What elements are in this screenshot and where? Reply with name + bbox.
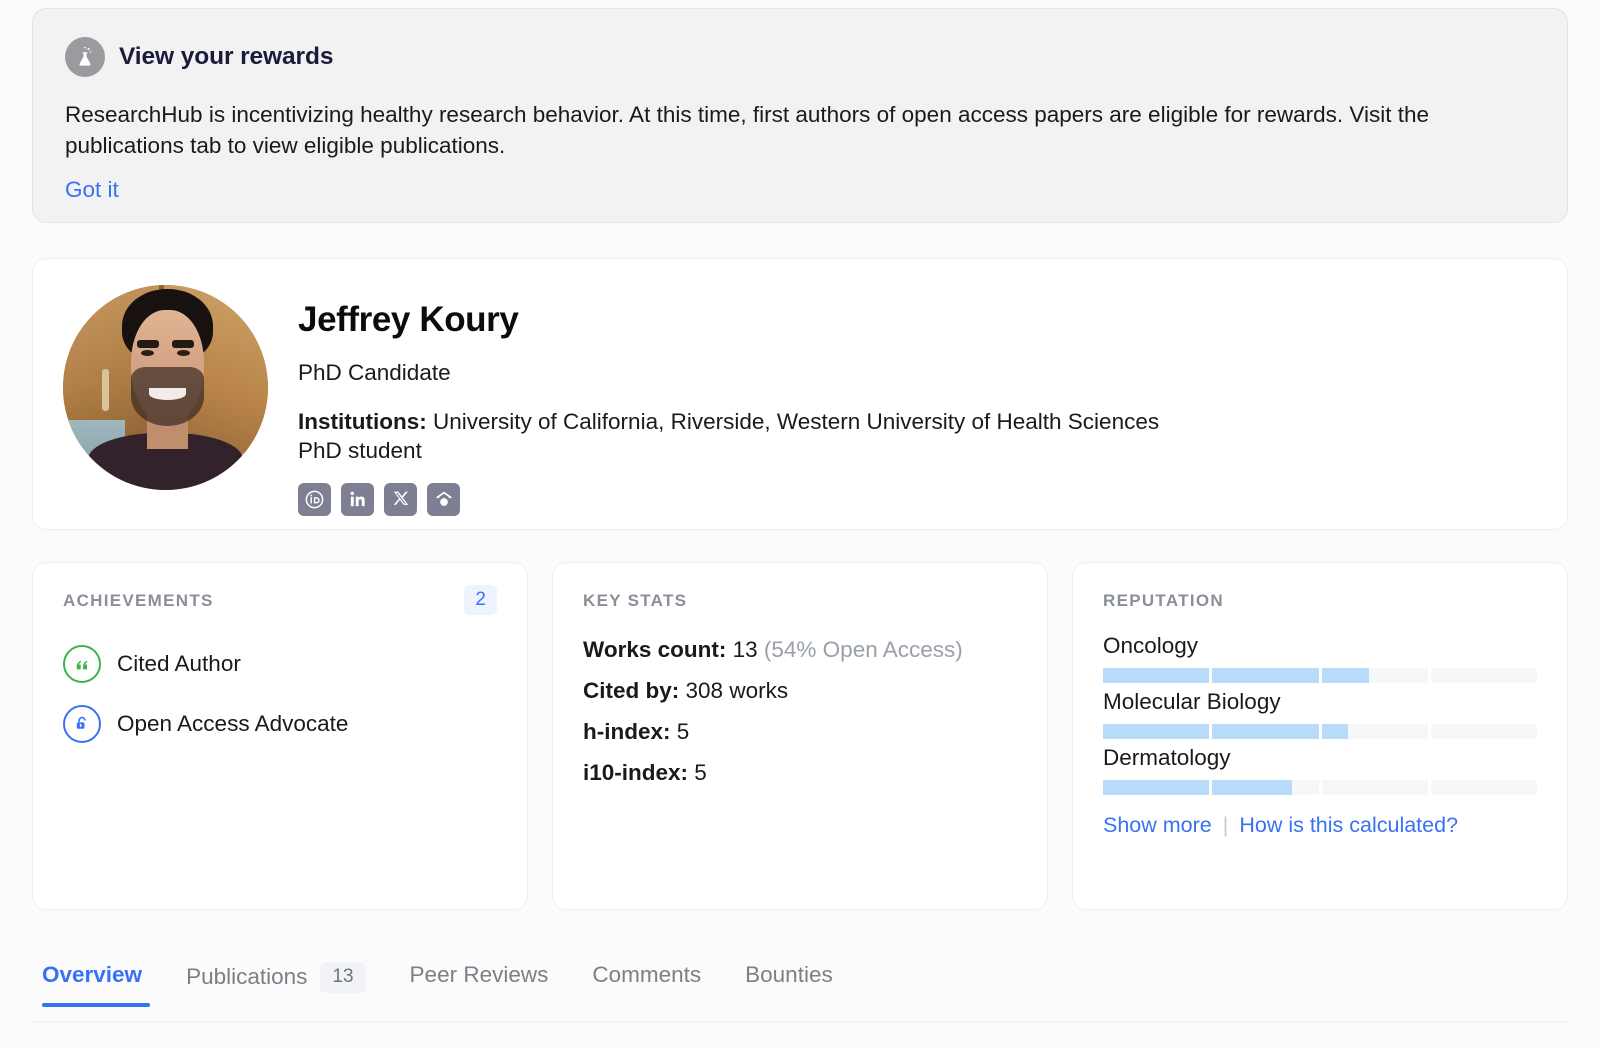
reputation-bar xyxy=(1103,668,1537,683)
achievement-label: Open Access Advocate xyxy=(117,710,349,736)
reputation-segment xyxy=(1430,668,1537,683)
stat-label: i10-index: xyxy=(583,760,689,785)
achievements-card-header: ACHIEVEMENTS 2 xyxy=(63,585,497,615)
profile-headline: PhD Candidate xyxy=(298,359,451,385)
rewards-banner-title: View your rewards xyxy=(119,43,334,70)
key-stats-card: KEY STATS Works count: 13 (54% Open Acce… xyxy=(552,562,1048,910)
tab-comments[interactable]: Comments xyxy=(570,952,723,1006)
avatar-photo xyxy=(63,285,268,490)
stat-row: i10-index: 5 xyxy=(583,760,1017,786)
x-twitter-icon[interactable] xyxy=(384,482,417,516)
tab-overview[interactable]: Overview xyxy=(32,952,164,1007)
achievements-count-badge: 2 xyxy=(464,585,497,615)
tab-bounties[interactable]: Bounties xyxy=(723,952,855,1006)
achievement-item[interactable]: Cited Author xyxy=(63,644,497,683)
flask-icon xyxy=(65,37,105,77)
show-more-link[interactable]: Show more xyxy=(1103,813,1212,838)
stat-note: (54% Open Access) xyxy=(763,637,963,662)
profile-info: Jeffrey Koury PhD Candidate Institutions… xyxy=(298,285,1159,516)
tab-peer-reviews[interactable]: Peer Reviews xyxy=(388,952,571,1006)
achievements-card: ACHIEVEMENTS 2 Cited Author Open Access … xyxy=(32,562,528,910)
got-it-button[interactable]: Got it xyxy=(65,177,119,203)
profile-page: View your rewards ResearchHub is incenti… xyxy=(0,0,1600,1048)
profile-institutions: Institutions: University of California, … xyxy=(298,407,1159,465)
reputation-segment xyxy=(1103,668,1210,683)
reputation-topic: Oncology xyxy=(1103,633,1199,658)
stat-label: Works count: xyxy=(583,637,727,662)
reputation-segment xyxy=(1430,780,1537,795)
reputation-segment xyxy=(1321,724,1428,739)
reputation-card: REPUTATION Oncology Molecular Biology De… xyxy=(1072,562,1568,910)
profile-card: Jeffrey Koury PhD Candidate Institutions… xyxy=(32,258,1568,530)
rewards-banner-body: ResearchHub is incentivizing healthy res… xyxy=(65,102,1430,158)
affiliation-line: PhD student xyxy=(298,437,422,463)
reputation-segment xyxy=(1430,724,1537,739)
reputation-segment xyxy=(1321,668,1428,683)
researchhub-icon[interactable] xyxy=(427,482,460,516)
achievement-label: Cited Author xyxy=(117,650,241,676)
stat-row: Cited by: 308 works xyxy=(583,678,1017,704)
reputation-topic: Dermatology xyxy=(1103,745,1231,770)
tab-publications[interactable]: Publications 13 xyxy=(164,952,387,1011)
reputation-item: Molecular Biology xyxy=(1103,689,1537,739)
tab-badge: 13 xyxy=(320,962,366,993)
reputation-list: Oncology Molecular Biology Dermatology xyxy=(1103,633,1537,795)
open-lock-icon xyxy=(63,704,101,743)
institutions-label: Institutions: xyxy=(298,408,427,434)
tab-label: Overview xyxy=(42,962,143,987)
reputation-segment xyxy=(1321,780,1428,795)
social-links xyxy=(298,482,1159,516)
key-stats-label: KEY STATS xyxy=(583,591,688,610)
how-is-this-calculated-link[interactable]: How is this calculated? xyxy=(1239,813,1458,838)
institutions-value: University of California, Riverside, Wes… xyxy=(433,408,1160,434)
avatar xyxy=(63,285,268,490)
profile-name: Jeffrey Koury xyxy=(298,300,519,339)
rewards-banner-header: View your rewards xyxy=(65,37,1535,77)
reputation-topic: Molecular Biology xyxy=(1103,689,1281,714)
rewards-banner: View your rewards ResearchHub is incenti… xyxy=(32,8,1568,223)
quote-icon xyxy=(63,644,101,683)
tab-label: Comments xyxy=(592,962,702,987)
summary-cards-row: ACHIEVEMENTS 2 Cited Author Open Access … xyxy=(32,562,1568,910)
stat-label: h-index: xyxy=(583,719,671,744)
link-separator: | xyxy=(1222,813,1229,837)
stat-label: Cited by: xyxy=(583,678,680,703)
achievements-label: ACHIEVEMENTS xyxy=(63,591,214,610)
reputation-bar xyxy=(1103,724,1537,739)
reputation-links: Show more | How is this calculated? xyxy=(1103,813,1537,838)
stat-row: Works count: 13 (54% Open Access) xyxy=(583,637,1017,663)
reputation-segment xyxy=(1103,724,1210,739)
reputation-segment xyxy=(1103,780,1210,795)
reputation-bar xyxy=(1103,780,1537,795)
stat-value: 5 xyxy=(694,760,707,785)
stat-value: 308 works xyxy=(685,678,789,703)
stat-row: h-index: 5 xyxy=(583,719,1017,745)
reputation-segment xyxy=(1212,780,1319,795)
stat-value: 13 xyxy=(732,637,758,662)
stat-value: 5 xyxy=(676,719,690,744)
reputation-item: Dermatology xyxy=(1103,745,1537,795)
reputation-segment xyxy=(1212,724,1319,739)
key-stats-list: Works count: 13 (54% Open Access) Cited … xyxy=(583,637,1017,786)
reputation-label: REPUTATION xyxy=(1103,591,1224,610)
tab-label: Publications xyxy=(186,964,308,990)
reputation-item: Oncology xyxy=(1103,633,1537,683)
orcid-icon[interactable] xyxy=(298,482,331,516)
achievement-item[interactable]: Open Access Advocate xyxy=(63,704,497,743)
profile-tabs: Overview Publications 13 Peer Reviews Co… xyxy=(32,952,1568,1022)
tab-label: Peer Reviews xyxy=(409,962,549,987)
reputation-segment xyxy=(1212,668,1319,683)
achievements-list: Cited Author Open Access Advocate xyxy=(63,644,497,743)
linkedin-icon[interactable] xyxy=(341,482,374,516)
tab-label: Bounties xyxy=(745,962,833,987)
